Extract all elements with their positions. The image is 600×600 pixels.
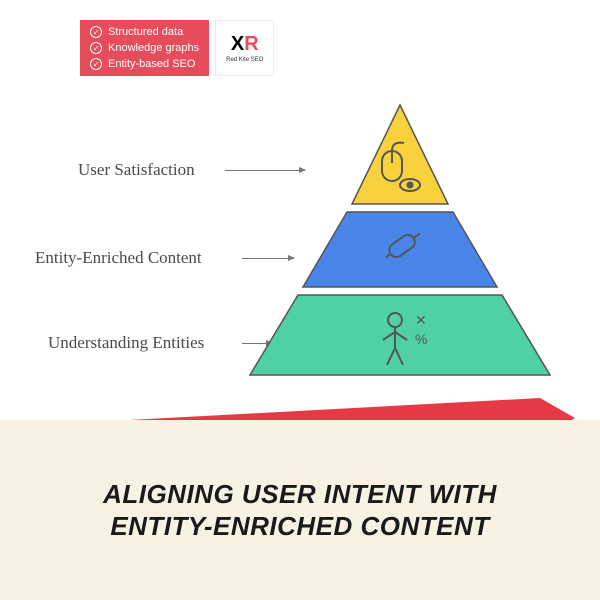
brand-logo: XR Red Kite SEO — [215, 20, 274, 76]
layer-label-bottom: Understanding Entities — [48, 333, 204, 353]
check-icon: ✓ — [90, 26, 102, 38]
main-title: ALIGNING USER INTENT WITH ENTITY-ENRICHE… — [60, 478, 540, 543]
badge-item: ✓ Structured data — [90, 26, 199, 38]
badge-label: Knowledge graphs — [108, 42, 199, 54]
pyramid-layer-middle — [303, 212, 497, 287]
feature-badges: ✓ Structured data ✓ Knowledge graphs ✓ E… — [80, 20, 209, 76]
header: ✓ Structured data ✓ Knowledge graphs ✓ E… — [80, 20, 274, 76]
layer-label-top: User Satisfaction — [78, 160, 195, 180]
check-icon: ✓ — [90, 58, 102, 70]
pyramid-layer-top — [352, 105, 448, 204]
check-icon: ✓ — [90, 42, 102, 54]
svg-text:✕: ✕ — [415, 312, 427, 328]
pyramid-layer-bottom: ✕ % — [250, 295, 550, 375]
logo-text: Red Kite SEO — [226, 57, 263, 63]
pyramid-diagram: User Satisfaction Entity-Enriched Conten… — [0, 90, 600, 400]
svg-text:%: % — [415, 331, 427, 347]
title-section: ALIGNING USER INTENT WITH ENTITY-ENRICHE… — [0, 420, 600, 600]
layer-label-middle: Entity-Enriched Content — [35, 248, 202, 268]
badge-item: ✓ Knowledge graphs — [90, 42, 199, 54]
badge-label: Structured data — [108, 26, 183, 38]
pyramid-svg: ✕ % — [235, 90, 565, 390]
badge-item: ✓ Entity-based SEO — [90, 58, 199, 70]
logo-mark: XR — [231, 33, 259, 56]
badge-label: Entity-based SEO — [108, 58, 195, 70]
